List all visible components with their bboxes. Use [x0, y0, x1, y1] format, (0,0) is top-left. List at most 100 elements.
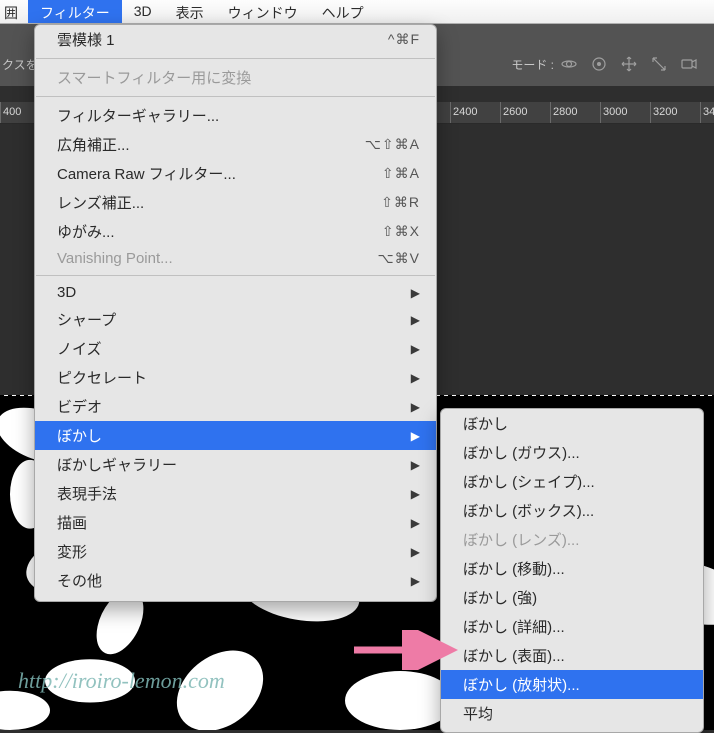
menu-item-label: ぼかし (シェイプ)... [463, 471, 687, 492]
filter-dropdown: 雲模様 1 ^⌘F スマートフィルター用に変換 フィルターギャラリー... 広角… [34, 24, 437, 602]
ruler-tick: 2600 [500, 102, 550, 123]
chevron-right-icon: ▶ [411, 371, 420, 385]
menu-item-label: 平均 [463, 703, 687, 724]
filter-other-submenu[interactable]: その他 ▶ [35, 566, 436, 595]
filter-blur-submenu[interactable]: ぼかし ▶ [35, 421, 436, 450]
ruler-tick: 3200 [650, 102, 700, 123]
ruler-tick: 2800 [550, 102, 600, 123]
menu-item-label: ぼかし (レンズ)... [463, 529, 687, 550]
shortcut-label: ⇧⌘A [382, 165, 420, 182]
menu-window[interactable]: ウィンドウ [216, 0, 310, 23]
chevron-right-icon: ▶ [411, 545, 420, 559]
filter-video-submenu[interactable]: ビデオ ▶ [35, 392, 436, 421]
blur-more[interactable]: ぼかし (強) [441, 583, 703, 612]
mode-orbit-icon[interactable] [558, 53, 580, 75]
menu-help[interactable]: ヘルプ [310, 0, 376, 23]
filter-lens-correct[interactable]: レンズ補正... ⇧⌘R [35, 188, 436, 217]
blur-lens: ぼかし (レンズ)... [441, 525, 703, 554]
filter-camera-raw[interactable]: Camera Raw フィルター... ⇧⌘A [35, 159, 436, 188]
menu-item-label: ぼかしギャラリー [57, 454, 393, 475]
filter-sharpen-submenu[interactable]: シャープ ▶ [35, 305, 436, 334]
chevron-right-icon: ▶ [411, 342, 420, 356]
menu-item-label: Vanishing Point... [57, 250, 354, 267]
blur-radial[interactable]: ぼかし (放射状)... [441, 670, 703, 699]
menu-item-label: ぼかし (ガウス)... [463, 442, 687, 463]
filter-stylize-submenu[interactable]: 表現手法 ▶ [35, 479, 436, 508]
chevron-right-icon: ▶ [411, 458, 420, 472]
menu-item-label: 描画 [57, 512, 393, 533]
menu-item-label: ぼかし (移動)... [463, 558, 687, 579]
filter-blur-gallery-submenu[interactable]: ぼかしギャラリー ▶ [35, 450, 436, 479]
menu-3d[interactable]: 3D [122, 0, 164, 23]
menu-item-label: 広角補正... [57, 134, 341, 155]
menu-item-label: ぼかし (強) [463, 587, 687, 608]
menu-item-label: ビデオ [57, 396, 393, 417]
chevron-right-icon: ▶ [411, 400, 420, 414]
shortcut-label: ⇧⌘R [381, 194, 420, 211]
menu-item-label: フィルターギャラリー... [57, 105, 420, 126]
filter-render-submenu[interactable]: 描画 ▶ [35, 508, 436, 537]
blur-blur[interactable]: ぼかし [441, 409, 703, 438]
blur-submenu-panel: ぼかし ぼかし (ガウス)... ぼかし (シェイプ)... ぼかし (ボックス… [440, 408, 704, 733]
blur-shape[interactable]: ぼかし (シェイプ)... [441, 467, 703, 496]
filter-distort-submenu[interactable]: 変形 ▶ [35, 537, 436, 566]
filter-last-used[interactable]: 雲模様 1 ^⌘F [35, 25, 436, 54]
menu-filter[interactable]: フィルター [28, 0, 122, 23]
menu-item-label: 3D [57, 284, 393, 301]
menu-separator [36, 58, 435, 59]
blur-surface[interactable]: ぼかし (表面)... [441, 641, 703, 670]
mode-camera-icon[interactable] [678, 53, 700, 75]
menu-item-label: ぼかし (放射状)... [463, 674, 687, 695]
filter-convert-smart: スマートフィルター用に変換 [35, 63, 436, 92]
menu-item-label: 表現手法 [57, 483, 393, 504]
shortcut-label: ⇧⌘X [382, 223, 420, 240]
ruler-tick: 3000 [600, 102, 650, 123]
menu-separator [36, 96, 435, 97]
menu-item-label: 雲模様 1 [57, 29, 364, 50]
menu-item-label: その他 [57, 570, 393, 591]
menu-item-label: ぼかし (ボックス)... [463, 500, 687, 521]
blur-motion[interactable]: ぼかし (移動)... [441, 554, 703, 583]
menubar-cutoff: 囲 [0, 0, 28, 23]
chevron-right-icon: ▶ [411, 487, 420, 501]
filter-vanishing-point: Vanishing Point... ⌥⌘V [35, 246, 436, 271]
shortcut-label: ^⌘F [388, 31, 420, 48]
chevron-right-icon: ▶ [411, 286, 420, 300]
menu-item-label: ぼかし (表面)... [463, 645, 687, 666]
mode-target-icon[interactable] [588, 53, 610, 75]
menu-item-label: ぼかし (詳細)... [463, 616, 687, 637]
shortcut-label: ⌥⌘V [378, 250, 420, 267]
menubar: 囲 フィルター 3D 表示 ウィンドウ ヘルプ [0, 0, 714, 24]
menu-item-label: スマートフィルター用に変換 [57, 67, 420, 88]
filter-gallery[interactable]: フィルターギャラリー... [35, 101, 436, 130]
menu-item-label: レンズ補正... [57, 192, 357, 213]
blur-smart[interactable]: ぼかし (詳細)... [441, 612, 703, 641]
ruler-tick: 2400 [450, 102, 500, 123]
menu-view[interactable]: 表示 [164, 0, 216, 23]
filter-noise-submenu[interactable]: ノイズ ▶ [35, 334, 436, 363]
menu-item-label: ぼかし [57, 425, 393, 446]
shortcut-label: ⌥⇧⌘A [365, 136, 420, 153]
menu-item-label: ピクセレート [57, 367, 393, 388]
menu-item-label: Camera Raw フィルター... [57, 163, 358, 184]
chevron-right-icon: ▶ [411, 429, 420, 443]
mode-scale-icon[interactable] [648, 53, 670, 75]
blur-average[interactable]: 平均 [441, 699, 703, 728]
chevron-right-icon: ▶ [411, 574, 420, 588]
filter-pixelate-submenu[interactable]: ピクセレート ▶ [35, 363, 436, 392]
options-leftcut: クスを [0, 56, 38, 73]
chevron-right-icon: ▶ [411, 516, 420, 530]
menu-item-label: ぼかし [463, 413, 687, 434]
blur-gaussian[interactable]: ぼかし (ガウス)... [441, 438, 703, 467]
filter-adaptive-wide[interactable]: 広角補正... ⌥⇧⌘A [35, 130, 436, 159]
menu-item-label: ノイズ [57, 338, 393, 359]
menu-item-label: 変形 [57, 541, 393, 562]
filter-liquify[interactable]: ゆがみ... ⇧⌘X [35, 217, 436, 246]
mode-label: モード : [511, 56, 554, 73]
mode-move-icon[interactable] [618, 53, 640, 75]
blur-box[interactable]: ぼかし (ボックス)... [441, 496, 703, 525]
filter-3d-submenu[interactable]: 3D ▶ [35, 280, 436, 305]
ruler-tick: 3400 [700, 102, 714, 123]
chevron-right-icon: ▶ [411, 313, 420, 327]
menu-item-label: シャープ [57, 309, 393, 330]
